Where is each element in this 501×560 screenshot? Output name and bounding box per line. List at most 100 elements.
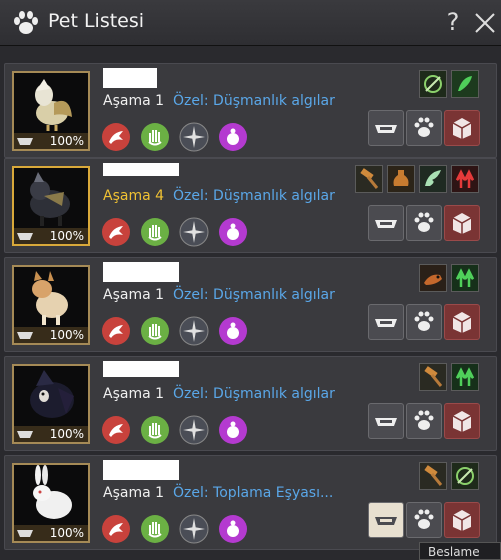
skill-purple-button[interactable] — [218, 316, 248, 346]
pet-portrait[interactable]: 100% — [12, 364, 90, 444]
stage-label: Aşama — [103, 287, 151, 303]
compass-icon — [179, 316, 209, 346]
pet-info-button[interactable] — [406, 110, 442, 146]
skill-red-button[interactable] — [101, 217, 131, 247]
storage-button[interactable] — [444, 304, 480, 340]
hand-skill-icon — [141, 123, 169, 151]
feed-button[interactable] — [368, 110, 404, 146]
pouch-icon — [219, 218, 247, 246]
pet-info-button[interactable] — [406, 403, 442, 439]
trait-slot[interactable] — [451, 165, 479, 193]
pet-info-button[interactable] — [406, 304, 442, 340]
pet-portrait[interactable]: 100% — [12, 71, 90, 151]
special-ability[interactable]: Özel: Düşmanlık algılar — [173, 93, 335, 109]
trait-slot[interactable] — [355, 165, 383, 193]
trait-slot[interactable] — [419, 165, 447, 193]
pet-image — [30, 370, 74, 418]
trait-slot[interactable] — [419, 264, 447, 292]
hunger-meter: 100% — [14, 228, 88, 244]
skill-green-button[interactable] — [140, 217, 170, 247]
crosshair-icon — [452, 463, 478, 489]
stage-label: Aşama — [103, 485, 151, 501]
compass-icon — [179, 415, 209, 445]
paw-question-icon — [414, 410, 434, 430]
special-ability[interactable]: Özel: Düşmanlık algılar — [173, 386, 335, 402]
dash-skill-icon — [102, 515, 130, 543]
trait-slot[interactable] — [451, 264, 479, 292]
skill-red-button[interactable] — [101, 415, 131, 445]
trait-slot[interactable] — [419, 462, 447, 490]
skill-red-button[interactable] — [101, 316, 131, 346]
skill-green-button[interactable] — [140, 514, 170, 544]
pet-name-redacted — [103, 163, 179, 176]
feed-button[interactable] — [368, 502, 404, 538]
paw-question-icon — [414, 311, 434, 331]
close-icon[interactable] — [472, 8, 498, 36]
pet-card[interactable]: 100% Aşama 1 Özel: Toplama Eşyası... — [4, 455, 497, 550]
storage-button[interactable] — [444, 110, 480, 146]
trait-slot[interactable] — [419, 363, 447, 391]
skill-compass-button[interactable] — [179, 316, 209, 346]
storage-button[interactable] — [444, 403, 480, 439]
skill-purple-button[interactable] — [218, 122, 248, 152]
trait-slot[interactable] — [451, 70, 479, 98]
special-ability[interactable]: Özel: Toplama Eşyası... — [173, 485, 333, 501]
special-ability[interactable]: Özel: Düşmanlık algılar — [173, 188, 335, 204]
special-ability[interactable]: Özel: Düşmanlık algılar — [173, 287, 335, 303]
storage-button[interactable] — [444, 205, 480, 241]
trait-slot[interactable] — [387, 165, 415, 193]
pet-image — [30, 172, 70, 226]
skill-purple-button[interactable] — [218, 415, 248, 445]
bowl-icon — [375, 517, 397, 525]
bowl-icon — [17, 530, 33, 537]
skill-compass-button[interactable] — [179, 217, 209, 247]
stage-text: Aşama 1 — [103, 287, 164, 303]
stage-value: 1 — [155, 386, 165, 402]
red-arrows-icon — [452, 166, 478, 192]
skill-compass-button[interactable] — [179, 415, 209, 445]
pet-info-button[interactable] — [406, 502, 442, 538]
green-grow-icon — [452, 71, 478, 97]
pet-portrait[interactable]: 100% — [12, 166, 90, 246]
pet-portrait[interactable]: 100% — [12, 265, 90, 345]
skill-green-button[interactable] — [140, 415, 170, 445]
stage-value: 4 — [155, 188, 165, 204]
skill-compass-button[interactable] — [179, 514, 209, 544]
hunger-meter: 100% — [14, 525, 88, 541]
pet-card[interactable]: 100% Aşama 1 Özel: Düşmanlık algılar — [4, 63, 497, 158]
hunger-value: 100% — [49, 526, 84, 540]
fox-icon — [420, 265, 446, 291]
pet-card[interactable]: 100% Aşama 1 Özel: Düşmanlık algılar — [4, 257, 497, 352]
skill-red-button[interactable] — [101, 514, 131, 544]
box-icon — [452, 213, 472, 234]
skill-red-button[interactable] — [101, 122, 131, 152]
title-bar[interactable]: Pet Listesi ? — [0, 0, 501, 46]
pet-info-button[interactable] — [406, 205, 442, 241]
skill-green-button[interactable] — [140, 122, 170, 152]
skill-compass-button[interactable] — [179, 122, 209, 152]
dash-skill-icon — [102, 123, 130, 151]
potion-icon — [388, 166, 414, 192]
skill-purple-button[interactable] — [218, 217, 248, 247]
trait-slot[interactable] — [419, 70, 447, 98]
trait-slot[interactable] — [451, 363, 479, 391]
storage-button[interactable] — [444, 502, 480, 538]
pet-card[interactable]: 100% Aşama 4 Özel: Düşmanlık algılar — [4, 158, 497, 253]
hand-skill-icon — [141, 416, 169, 444]
pet-name-redacted — [103, 460, 179, 480]
pet-portrait[interactable]: 100% — [12, 463, 90, 543]
hand-skill-icon — [141, 218, 169, 246]
skill-purple-button[interactable] — [218, 514, 248, 544]
stage-text: Aşama 1 — [103, 93, 164, 109]
skill-green-button[interactable] — [140, 316, 170, 346]
feed-button[interactable] — [368, 205, 404, 241]
stage-value: 1 — [155, 485, 165, 501]
pouch-icon — [219, 317, 247, 345]
trait-slot[interactable] — [451, 462, 479, 490]
help-button[interactable]: ? — [440, 6, 466, 38]
feed-button[interactable] — [368, 403, 404, 439]
paw-question-icon — [414, 509, 434, 529]
pet-card[interactable]: 100% Aşama 1 Özel: Düşmanlık algılar — [4, 356, 497, 451]
feed-button[interactable] — [368, 304, 404, 340]
pouch-icon — [219, 416, 247, 444]
